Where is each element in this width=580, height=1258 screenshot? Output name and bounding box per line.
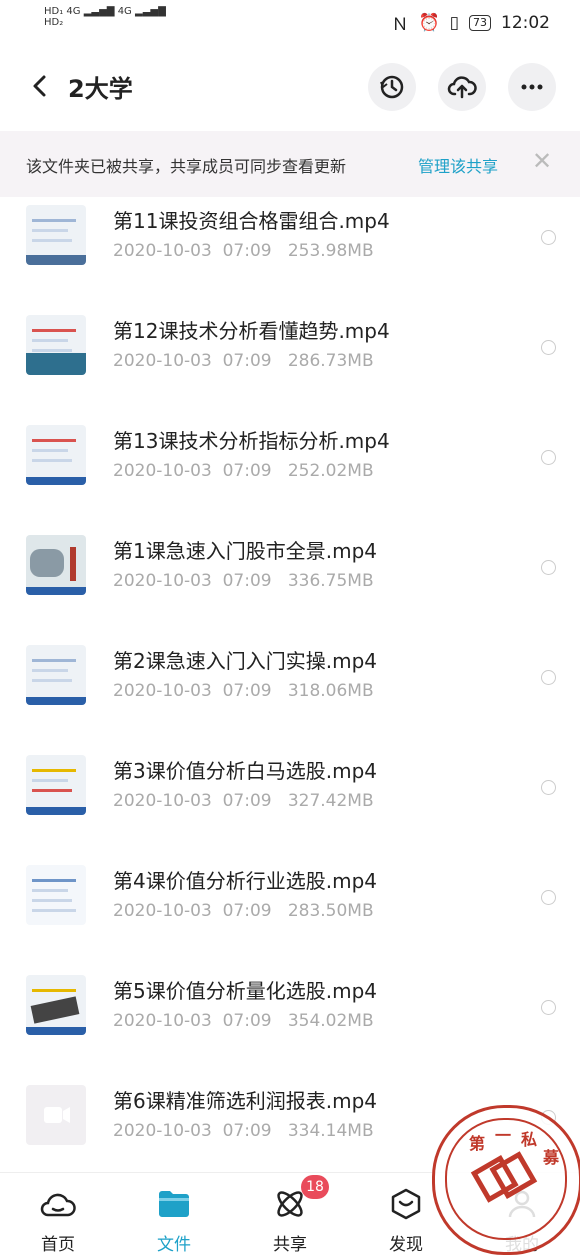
video-thumbnail [26,205,86,265]
hd-indicator-1: HD₁ [44,6,64,17]
close-icon[interactable]: ✕ [532,147,552,175]
history-button[interactable] [368,63,416,111]
video-thumbnail [26,425,86,485]
header: 2大学 [0,55,580,121]
watermark-char: 一 [495,1126,512,1145]
file-meta: 2020-10-03 07:09 318.06MB [113,681,374,701]
back-button[interactable] [26,72,54,100]
select-radio[interactable] [541,1000,556,1015]
history-icon [380,75,404,99]
tab-home[interactable]: 首页 [0,1173,116,1258]
network-type-2: 4G [117,6,132,17]
tab-label: 文件 [157,1235,191,1255]
file-meta: 2020-10-03 07:09 286.73MB [113,351,374,371]
video-thumbnail [26,865,86,925]
select-radio[interactable] [541,890,556,905]
file-name: 第12课技术分析看懂趋势.mp4 [113,319,390,343]
home-cloud-icon [40,1193,76,1217]
file-name: 第6课精准筛选利润报表.mp4 [113,1089,377,1113]
share-banner-message: 该文件夹已被共享，共享成员可同步查看更新 [26,157,347,176]
list-item[interactable]: 第5课价值分析量化选股.mp4 2020-10-03 07:09 354.02M… [0,967,580,1077]
video-thumbnail [26,535,86,595]
nfc-icon: Ｎ [391,15,409,35]
file-meta: 2020-10-03 07:09 354.02MB [113,1011,374,1031]
watermark-char: 第 [469,1134,486,1153]
video-placeholder-thumbnail [26,1085,86,1145]
list-item[interactable]: 第11课投资组合格雷组合.mp4 2020-10-03 07:09 253.98… [0,197,580,307]
watermark-char: 私 [521,1130,538,1149]
select-radio[interactable] [541,780,556,795]
cloud-upload-icon [447,76,477,99]
file-name: 第5课价值分析量化选股.mp4 [113,979,377,1003]
file-name: 第13课技术分析指标分析.mp4 [113,429,390,453]
file-meta: 2020-10-03 07:09 252.02MB [113,461,374,481]
share-count-badge: 18 [301,1175,329,1199]
select-radio[interactable] [541,340,556,355]
more-dots-icon [521,84,543,90]
video-thumbnail [26,975,86,1035]
battery-level: 73 [469,14,491,31]
file-name: 第4课价值分析行业选股.mp4 [113,869,377,893]
list-item[interactable]: 第13课技术分析指标分析.mp4 2020-10-03 07:09 252.02… [0,417,580,527]
file-meta: 2020-10-03 07:09 334.14MB [113,1121,374,1141]
watermark-stamp: 第 一 私 募 [432,1105,580,1255]
tab-label: 共享 [273,1235,307,1255]
video-thumbnail [26,755,86,815]
signal-icon: ▂▃▅▇ [83,6,115,17]
file-meta: 2020-10-03 07:09 336.75MB [113,571,374,591]
clock: 12:02 [501,12,550,33]
file-meta: 2020-10-03 07:09 327.42MB [113,791,374,811]
alarm-icon: ⏰ [418,12,440,33]
tab-label: 首页 [41,1235,75,1255]
status-bar: HD₁ 4G ▂▃▅▇ 4G ▂▃▅▇ HD₂ Ｎ ⏰ ▯ 73 12:02 [0,0,580,44]
video-camera-icon [44,1107,70,1123]
select-radio[interactable] [541,450,556,465]
select-radio[interactable] [541,230,556,245]
manage-share-link[interactable]: 管理该共享 [418,153,498,177]
page-title: 2大学 [68,75,133,103]
list-item[interactable]: 第12课技术分析看懂趋势.mp4 2020-10-03 07:09 286.73… [0,307,580,417]
watermark-char: 募 [543,1148,560,1167]
upload-button[interactable] [438,63,486,111]
file-name: 第11课投资组合格雷组合.mp4 [113,209,390,233]
more-button[interactable] [508,63,556,111]
hd-indicator-2: HD₂ [44,17,64,28]
file-list: 第11课投资组合格雷组合.mp4 2020-10-03 07:09 253.98… [0,197,580,1172]
chevron-left-icon [33,75,46,97]
file-meta: 2020-10-03 07:09 283.50MB [113,901,374,921]
signal-indicators: HD₁ 4G ▂▃▅▇ 4G ▂▃▅▇ HD₂ [44,6,166,28]
video-thumbnail [26,645,86,705]
file-name: 第2课急速入门入门实操.mp4 [113,649,377,673]
select-radio[interactable] [541,670,556,685]
tab-files[interactable]: 文件 [116,1173,232,1258]
discover-icon [391,1188,421,1220]
list-item[interactable]: 第1课急速入门股市全景.mp4 2020-10-03 07:09 336.75M… [0,527,580,637]
vibrate-icon: ▯ [449,12,459,33]
signal-icon: ▂▃▅▇ [135,6,166,17]
list-item[interactable]: 第2课急速入门入门实操.mp4 2020-10-03 07:09 318.06M… [0,637,580,747]
file-name: 第3课价值分析白马选股.mp4 [113,759,377,783]
file-meta: 2020-10-03 07:09 253.98MB [113,241,374,261]
list-item[interactable]: 第3课价值分析白马选股.mp4 2020-10-03 07:09 327.42M… [0,747,580,857]
video-thumbnail [26,315,86,375]
select-radio[interactable] [541,560,556,575]
folder-icon [159,1191,189,1217]
file-name: 第1课急速入门股市全景.mp4 [113,539,377,563]
share-banner: 该文件夹已被共享，共享成员可同步查看更新 管理该共享 ✕ [0,131,580,197]
network-type-1: 4G [66,6,81,17]
tab-share[interactable]: 共享 [232,1173,348,1258]
list-item[interactable]: 第4课价值分析行业选股.mp4 2020-10-03 07:09 283.50M… [0,857,580,967]
